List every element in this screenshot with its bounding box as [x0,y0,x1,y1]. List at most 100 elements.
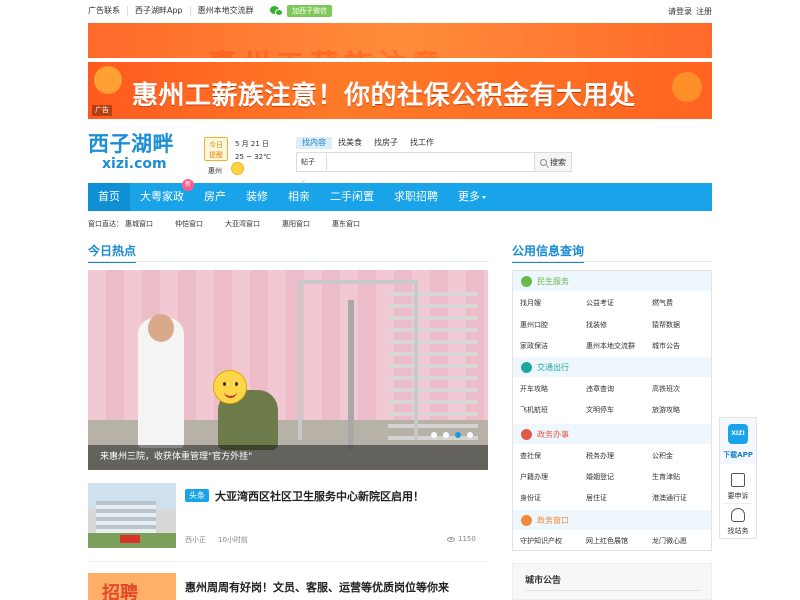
login-link[interactable]: 请登录 [668,6,692,17]
link-item[interactable]: 守护知识产权 [520,536,586,546]
link-item[interactable]: 家政保洁 [520,341,586,351]
tab-content[interactable]: 找内容 [296,137,332,149]
link-item[interactable]: 燃气费 [652,298,718,308]
livelihood-icon [521,275,532,287]
link-row: 守护知识产权 网上红色展馆 龙门微心愿 [520,536,718,546]
wechat-follow[interactable]: 加西子微信 [270,5,332,17]
link-item[interactable]: 公益考证 [586,298,652,308]
search-category-select[interactable]: 帖子 ⌄ [297,153,327,184]
window-link[interactable]: 仲恺窗口 [175,219,203,229]
register-link[interactable]: 注册 [696,6,712,17]
link-item[interactable]: 公积金 [652,451,718,461]
news-title[interactable]: 惠州周周有好岗！文员、客服、运营等优质岗位等你来 [185,579,449,595]
nav-dating[interactable]: 相亲 [278,183,320,211]
link-item[interactable]: 违章查询 [586,384,652,394]
complaint-button[interactable]: 要申诉 [720,491,756,501]
site-logo[interactable]: 西子湖畔 xizi.com [88,132,174,172]
link-item[interactable]: 户籍办理 [520,472,586,482]
public-divider [512,261,712,262]
carousel-dot[interactable] [467,432,473,438]
link-item[interactable]: 税务办理 [586,451,652,461]
link-row: 户籍办理 婚姻登记 生育津贴 [520,472,718,482]
link-item[interactable]: 高铁班次 [652,384,718,394]
link-item[interactable]: 找装修 [586,320,652,330]
link-row: 找月嫂 公益考证 燃气费 [520,298,718,308]
link-item[interactable]: 身份证 [520,493,586,503]
download-app-button[interactable]: XIZI 下载APP [720,418,756,464]
link-item[interactable]: 找月嫂 [520,298,586,308]
floating-sidebar: XIZI 下载APP 要申诉 找站务 [719,417,757,539]
nav-home[interactable]: 首页 [88,183,130,211]
category-label: 政务窗口 [537,515,569,525]
link-item[interactable]: 婚姻登记 [586,472,652,482]
link-item[interactable]: 查社保 [520,451,586,461]
nav-more[interactable]: 更多 [448,183,496,211]
news-divider [88,561,488,562]
link-item[interactable]: 猿帮数据 [652,320,718,330]
link-item[interactable]: 惠州本地交流群 [586,341,652,351]
news-thumbnail[interactable]: 招聘 [88,573,176,600]
tab-food[interactable]: 找美食 [332,137,368,149]
carousel-dots [431,432,473,438]
wechat-button[interactable]: 加西子微信 [287,5,332,17]
hero-carousel[interactable]: 来惠州三院，收获体重管理"官方外挂" [88,270,488,470]
city-name: 惠州 [208,167,222,175]
thumb-text: 招聘 [102,583,138,600]
hot-title: 今日热点 [88,242,137,263]
top-banner-ad[interactable]: 惠州工薪族注意 [88,23,712,58]
category-livelihood: 民生服务 [513,271,711,291]
nav-jobs[interactable]: 求职招聘 [384,183,448,211]
coin-decoration [94,66,122,94]
window-link[interactable]: 惠东窗口 [332,219,360,229]
nav-decoration[interactable]: 装修 [236,183,278,211]
window-label: 窗口直达： [88,220,123,228]
service-button[interactable]: 找站务 [720,526,756,536]
local-group-link[interactable]: 惠州本地交流群 [191,6,261,16]
logo-cn: 西子湖畔 [88,132,174,156]
category-label: 政务办事 [537,429,569,439]
link-item[interactable]: 网上红色展馆 [586,536,652,546]
link-item[interactable]: 开车攻略 [520,384,586,394]
nav-housekeeping[interactable]: 大粤家政新 [130,179,194,211]
main-banner-ad[interactable]: 惠州工薪族注意！你的社保公积金有大用处 [88,62,712,119]
link-row: 飞机航班 文明停车 旅游攻略 [520,405,718,415]
city-notice-title: 城市公告 [525,576,562,586]
nav-realestate[interactable]: 房产 [194,183,236,211]
link-item[interactable]: 港澳通行证 [652,493,718,503]
news-thumbnail[interactable] [88,483,176,548]
wechat-icon [270,5,283,17]
daytip-line2: 提醒 [209,151,223,159]
link-item[interactable]: 居住证 [586,493,652,503]
date-text: 5 月 21 日 [235,140,270,148]
ad-contact-link[interactable]: 广告联系 [88,6,128,16]
window-link[interactable]: 惠城窗口 [125,219,153,229]
banner1-text: 惠州工薪族注意 [208,43,446,58]
search-button[interactable]: 搜索 [534,153,571,171]
transport-icon [521,361,532,373]
link-item[interactable]: 城市公告 [652,341,718,351]
link-item[interactable]: 文明停车 [586,405,652,415]
link-item[interactable]: 生育津贴 [652,472,718,482]
carousel-dot[interactable] [443,432,449,438]
hero-caption[interactable]: 来惠州三院，收获体重管理"官方外挂" [88,445,488,470]
login-area: 请登录 注册 [668,6,712,17]
link-item[interactable]: 惠州口腔 [520,320,586,330]
news-time: 10小时前 [218,536,248,544]
carousel-dot-active[interactable] [455,432,461,438]
news-title[interactable]: 大亚湾西区社区卫生服务中心新院区启用！ [215,488,424,504]
carousel-dot[interactable] [431,432,437,438]
nav-secondhand[interactable]: 二手闲置 [320,183,384,211]
link-item[interactable]: 飞机航班 [520,405,586,415]
search-input[interactable] [327,153,534,171]
daily-tip-badge[interactable]: 今日 提醒 [204,137,228,161]
tab-job[interactable]: 找工作 [404,137,440,149]
window-link[interactable]: 惠阳窗口 [282,219,310,229]
app-logo-icon: XIZI [728,424,748,444]
app-link[interactable]: 西子湖畔App [128,6,191,16]
window-link[interactable]: 大亚湾窗口 [225,219,260,229]
news-author[interactable]: 西小正 [185,535,206,545]
link-item[interactable]: 旅游攻略 [652,405,718,415]
link-item[interactable]: 龙门微心愿 [652,536,718,546]
tab-house[interactable]: 找房子 [368,137,404,149]
search-box: 帖子 ⌄ 搜索 [296,152,572,184]
